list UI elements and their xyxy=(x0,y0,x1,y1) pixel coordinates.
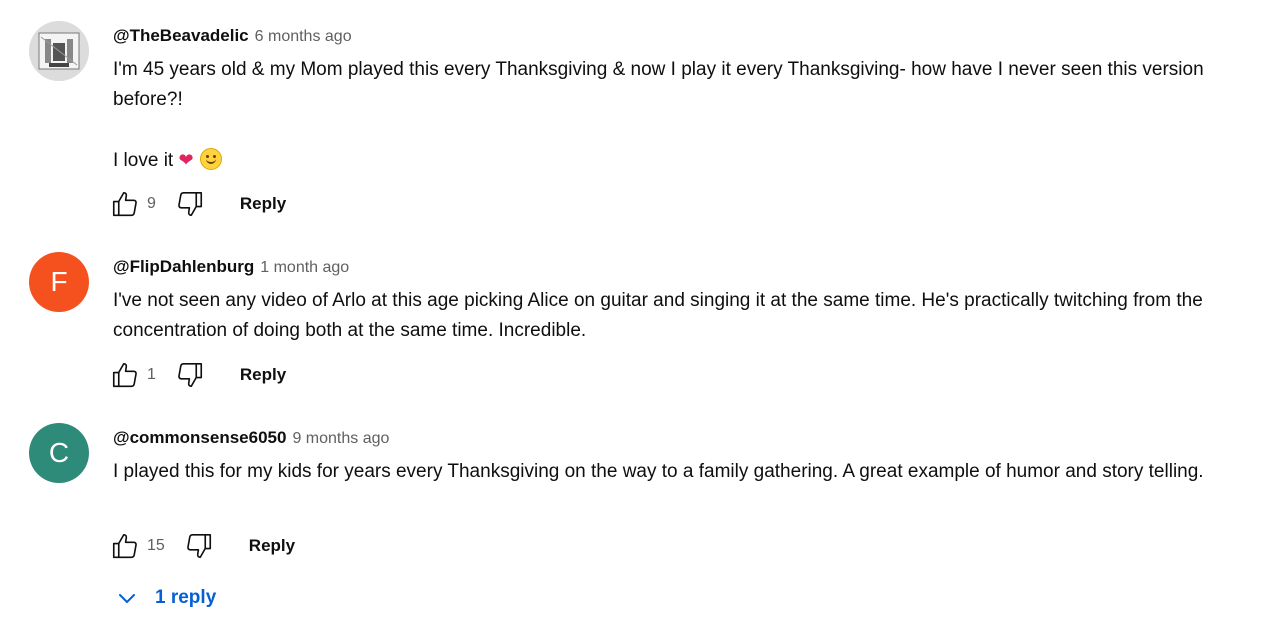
comment-text-line: I played this for my kids for years ever… xyxy=(113,461,1204,482)
comment-author[interactable]: @TheBeavadelic xyxy=(113,26,249,45)
thumbs-up-icon xyxy=(112,362,137,388)
reply-button[interactable]: Reply xyxy=(249,536,295,556)
like-count: 9 xyxy=(147,195,156,212)
like-count: 1 xyxy=(147,366,156,383)
comment-author[interactable]: @FlipDahlenburg xyxy=(113,257,254,276)
comment-actions: 15 Reply xyxy=(109,530,295,562)
avatar[interactable] xyxy=(29,21,89,81)
comment-header: @FlipDahlenburg 1 month ago xyxy=(113,256,349,279)
comment-text-line: I've not seen any video of Arlo at this … xyxy=(113,290,1203,341)
avatar[interactable]: C xyxy=(29,423,89,483)
like-button[interactable] xyxy=(109,359,141,391)
comment-timestamp[interactable]: 1 month ago xyxy=(260,259,349,276)
comment-text-line: I'm 45 years old & my Mom played this ev… xyxy=(113,59,1204,110)
avatar-letter: F xyxy=(50,266,68,297)
like-count: 15 xyxy=(147,537,165,554)
view-replies-button[interactable]: 1 reply xyxy=(115,583,216,613)
like-button[interactable] xyxy=(109,188,141,220)
reply-button[interactable]: Reply xyxy=(240,194,286,214)
avatar[interactable]: F xyxy=(29,252,89,312)
comment-body: I'm 45 years old & my Mom played this ev… xyxy=(113,55,1263,176)
comment-body: I played this for my kids for years ever… xyxy=(113,457,1263,487)
comment-actions: 9 Reply xyxy=(109,188,286,220)
comment-author[interactable]: @commonsense6050 xyxy=(113,428,286,447)
comment-header: @commonsense6050 9 months ago xyxy=(113,427,389,450)
dislike-button[interactable] xyxy=(174,359,206,391)
comment-body: I've not seen any video of Arlo at this … xyxy=(113,286,1263,346)
replies-count-label: 1 reply xyxy=(155,587,217,608)
smiling-face-emoji-icon xyxy=(199,148,222,170)
comment-text-line-2: I love it ❤ xyxy=(113,145,1263,176)
avatar-image-icon xyxy=(29,21,89,81)
comment-timestamp[interactable]: 6 months ago xyxy=(255,28,352,45)
chevron-down-icon xyxy=(115,586,139,610)
thumbs-down-icon xyxy=(186,533,211,559)
avatar-letter: C xyxy=(48,437,70,468)
comment-text: I love it xyxy=(113,150,174,171)
thumbs-down-icon xyxy=(178,362,202,388)
heart-emoji-icon: ❤ xyxy=(178,150,194,170)
thumbs-up-icon xyxy=(112,533,137,559)
dislike-button[interactable] xyxy=(174,188,206,220)
dislike-button[interactable] xyxy=(183,530,215,562)
paragraph-spacer xyxy=(113,115,1263,145)
comment-actions: 1 Reply xyxy=(109,359,286,391)
thumbs-down-icon xyxy=(178,191,202,217)
comment-timestamp[interactable]: 9 months ago xyxy=(292,430,389,447)
reply-button[interactable]: Reply xyxy=(240,365,286,385)
thumbs-up-icon xyxy=(112,191,137,217)
like-button[interactable] xyxy=(109,530,141,562)
comment-header: @TheBeavadelic 6 months ago xyxy=(113,25,352,48)
